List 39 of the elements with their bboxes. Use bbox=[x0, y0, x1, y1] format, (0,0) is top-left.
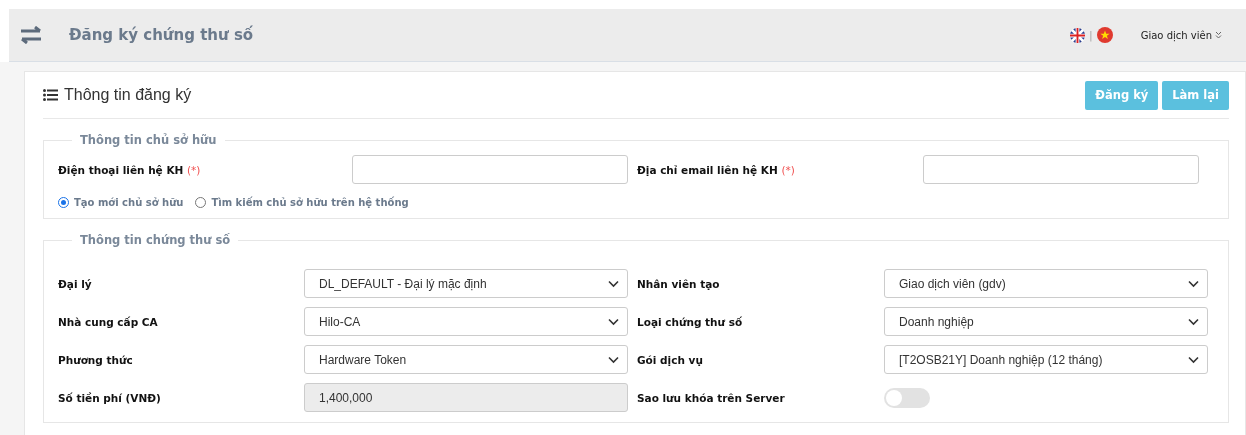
field-label: Loại chứng thư số bbox=[636, 315, 744, 328]
card-title: Thông tin đăng ký bbox=[64, 86, 193, 104]
double-chevron-icon bbox=[1215, 31, 1222, 39]
chevron-down-icon bbox=[1188, 279, 1199, 288]
chevron-down-icon bbox=[1188, 317, 1199, 326]
select-field[interactable]: Giao dịch viên (gdv) bbox=[884, 269, 1208, 298]
list-icon bbox=[43, 89, 58, 101]
select-field[interactable]: Hilo-CA bbox=[304, 307, 628, 336]
field-label: Nhân viên tạo bbox=[636, 277, 721, 290]
readonly-field: 1,400,000 bbox=[304, 383, 628, 412]
chevron-down-icon bbox=[608, 317, 619, 326]
swap-arrows-icon[interactable] bbox=[19, 26, 43, 44]
field-label: Đại lý bbox=[58, 277, 93, 290]
user-menu[interactable]: Giao dịch viên bbox=[1140, 29, 1222, 41]
field-label: Sao lưu khóa trên Server bbox=[636, 391, 786, 404]
chevron-down-icon bbox=[1188, 355, 1199, 364]
page-title: Đăng ký chứng thư số bbox=[69, 26, 255, 44]
toggle-switch[interactable] bbox=[884, 387, 930, 408]
radio-label[interactable]: Tạo mới chủ sở hữu bbox=[74, 197, 184, 208]
select-field[interactable]: [T2OSB21Y] Doanh nghiệp (12 tháng) bbox=[884, 345, 1208, 374]
vietnam-flag-icon[interactable] bbox=[1096, 27, 1113, 43]
field-label: Gói dịch vụ bbox=[636, 353, 704, 366]
field-label: Điện thoại liên hệ KH (*) bbox=[58, 163, 202, 176]
select-field[interactable]: DL_DEFAULT - Đại lý mặc định bbox=[304, 269, 628, 298]
select-field[interactable]: Doanh nghiệp bbox=[884, 307, 1208, 336]
field-label: Nhà cung cấp CA bbox=[58, 315, 159, 328]
field-label: Địa chỉ email liên hệ KH (*) bbox=[636, 163, 796, 176]
radio-label[interactable]: Tìm kiếm chủ sở hữu trên hệ thống bbox=[211, 197, 409, 208]
uk-flag-icon[interactable] bbox=[1070, 27, 1085, 43]
chevron-down-icon bbox=[608, 355, 619, 364]
separator: | bbox=[1089, 28, 1093, 42]
text-field[interactable] bbox=[923, 155, 1199, 184]
field-label: Số tiền phí (VNĐ) bbox=[58, 391, 162, 404]
section-legend: Thông tin chứng thư số bbox=[72, 233, 239, 247]
chevron-down-icon bbox=[608, 279, 619, 288]
field-label: Phương thức bbox=[58, 353, 134, 366]
select-field[interactable]: Hardware Token bbox=[304, 345, 628, 374]
text-field[interactable] bbox=[352, 155, 628, 184]
section-legend: Thông tin chủ sở hữu bbox=[72, 133, 225, 147]
